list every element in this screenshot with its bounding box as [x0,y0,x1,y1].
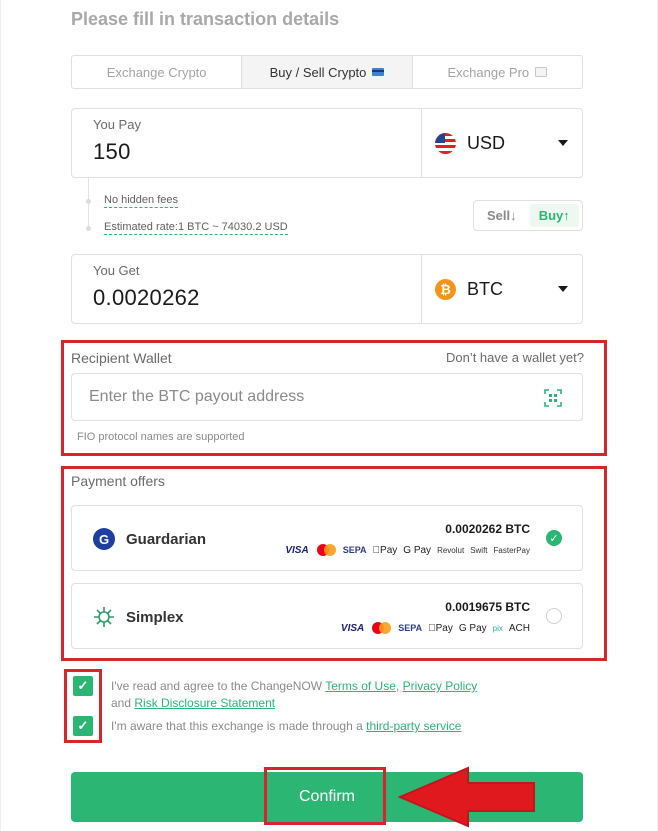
mastercard-icon [370,622,392,634]
provider: G Guardarian [93,528,206,550]
info-dot [86,199,91,204]
mastercard-icon [315,544,337,556]
simplex-logo-icon [94,607,114,627]
payment-methods: VISA SEPA Pay G Pay pix ACH [341,622,530,634]
recipient-wallet-label: Recipient Wallet [71,350,172,366]
you-get-field[interactable]: You Get 0.0020262 [72,255,422,323]
payment-offers-label: Payment offers [71,473,165,489]
bitcoin-icon: ₿ [435,278,456,300]
offer-amount: 0.0019675 BTC [445,600,530,614]
provider: Simplex [93,606,184,628]
tab-buy-sell-crypto[interactable]: Buy / Sell Crypto [241,56,413,88]
swift-icon: Swift [470,545,488,555]
terms-prefix: I've read and agree to the ChangeNOW [111,679,323,693]
offer-simplex[interactable]: Simplex 0.0019675 BTC VISA SEPA Pay G P… [71,583,583,649]
revolut-icon: Revolut [437,545,465,555]
apple-pay-icon: Pay [373,544,398,556]
risk-disclosure-link[interactable]: Risk Disclosure Statement [134,696,275,710]
payment-methods: VISA SEPA Pay G Pay Revolut Swift Faste… [285,544,530,556]
sepa-icon: SEPA [342,545,367,555]
and-text: and [111,696,132,710]
visa-icon: VISA [340,622,365,634]
fio-hint: FIO protocol names are supported [77,431,245,443]
arrow-down-icon: ↓ [510,208,517,223]
you-pay-box: You Pay 150 USD [71,108,583,178]
selected-check-icon[interactable]: ✓ [546,530,562,546]
apple-pay-icon: Pay [428,622,453,634]
pay-currency-select[interactable]: USD [422,109,582,177]
you-pay-field[interactable]: You Pay 150 [72,109,422,177]
confirm-highlight-box [264,767,386,825]
sell-toggle-button[interactable]: Sell ↓ [477,204,527,227]
tab-exchange-pro-label: Exchange Pro [447,64,530,80]
arrow-left-icon [398,766,535,828]
sepa-icon: SEPA [398,623,423,633]
third-party-checkbox[interactable]: ✓ [73,716,93,736]
unselected-radio-icon[interactable] [546,608,562,624]
mode-tabs: Exchange Crypto Buy / Sell Crypto Exchan… [71,55,583,89]
terms-agreement-text: I've read and agree to the ChangeNOW Ter… [111,679,478,710]
offer-guardarian[interactable]: G Guardarian 0.0020262 BTC VISA SEPA Pa… [71,505,583,571]
sell-label: Sell [486,208,511,223]
no-wallet-link[interactable]: Don’t have a wallet yet? [446,350,584,365]
fasterpay-icon: FasterPay [493,545,530,555]
tab-exchange-pro[interactable]: Exchange Pro [413,56,582,88]
provider-name: Guardarian [126,530,207,548]
tab-buy-sell-crypto-label: Buy / Sell Crypto [269,64,367,80]
buy-toggle-button[interactable]: Buy ↑ [529,204,579,227]
pay-currency-label: USD [467,132,506,153]
provider-name: Simplex [126,608,184,626]
google-pay-icon: G Pay [403,544,432,556]
sell-buy-toggle: Sell ↓ Buy ↑ [473,200,583,231]
buy-label: Buy [538,208,564,223]
you-get-label: You Get [93,263,140,278]
wallet-address-input[interactable]: Enter the BTC payout address [71,373,583,421]
google-pay-icon: G Pay [458,622,487,634]
terms-of-use-link[interactable]: Terms of Use [325,679,396,693]
info-line [88,178,89,230]
offer-amount: 0.0020262 BTC [445,522,530,536]
get-currency-label: BTC [467,278,503,299]
guardarian-logo-icon: G [93,528,115,550]
you-pay-amount[interactable]: 150 [93,139,421,165]
third-party-service-link[interactable]: third-party service [366,719,461,733]
info-dot [86,226,91,231]
wallet-address-placeholder: Enter the BTC payout address [89,388,305,405]
qr-scan-icon[interactable] [544,389,562,407]
you-get-amount: 0.0020262 [93,285,200,310]
page-title: Please fill in transaction details [71,9,340,29]
us-flag-icon [435,132,456,154]
tab-exchange-crypto[interactable]: Exchange Crypto [72,56,241,88]
page-border-left [0,0,1,831]
you-get-box: You Get 0.0020262 ₿ BTC [71,254,583,324]
credit-card-icon [372,68,385,76]
third-party-agreement-text: I'm aware that this exchange is made thr… [111,718,461,735]
get-currency-select[interactable]: ₿ BTC [422,255,582,323]
pix-icon: pix [492,623,503,633]
no-hidden-fees[interactable]: No hidden fees [104,194,178,208]
third-party-prefix: I'm aware that this exchange is made thr… [111,719,363,733]
visa-icon: VISA [285,544,309,556]
chevron-down-icon [558,286,568,292]
privacy-policy-link[interactable]: Privacy Policy [403,679,478,693]
chart-icon [535,67,548,77]
ach-icon: ACH [508,622,530,634]
terms-checkbox[interactable]: ✓ [73,676,93,696]
tab-exchange-crypto-label: Exchange Crypto [106,64,207,80]
chevron-down-icon [558,140,568,146]
arrow-up-icon: ↑ [563,208,570,223]
estimated-rate[interactable]: Estimated rate:1 BTC ~ 74030.2 USD [104,221,288,235]
you-pay-label: You Pay [93,117,141,132]
